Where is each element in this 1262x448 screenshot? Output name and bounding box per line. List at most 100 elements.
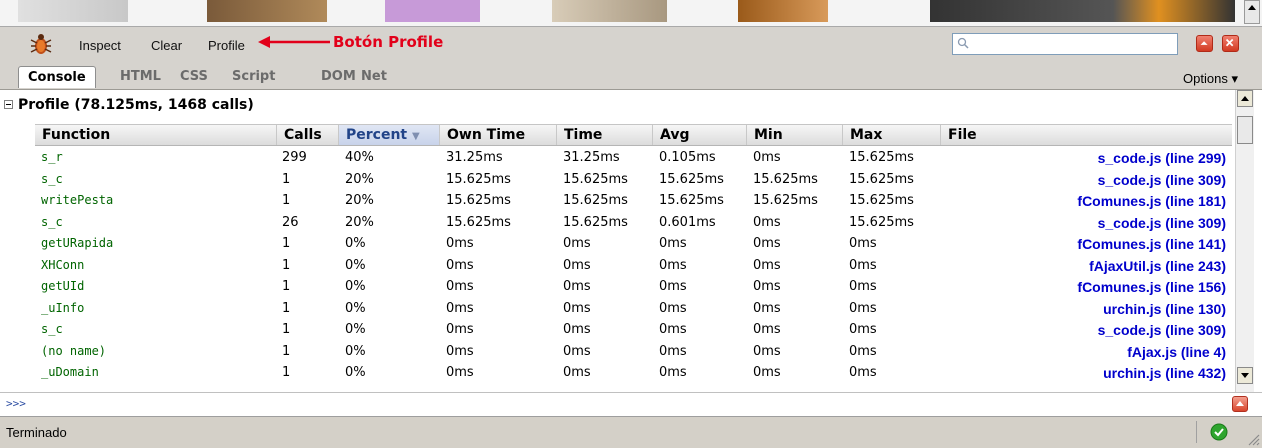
expand-command-line-button[interactable] [1232, 396, 1248, 412]
table-row: getUId 1 0% 0ms 0ms 0ms 0ms 0ms fComunes.js (lin… [35, 277, 1232, 298]
scroll-up-button[interactable] [1237, 90, 1253, 107]
page-thumbnail-strip [0, 0, 1262, 26]
scroll-thumb[interactable] [1237, 116, 1253, 144]
cell-min: 15.625ms [753, 171, 818, 187]
collapse-toggle-icon[interactable] [4, 100, 13, 109]
command-line[interactable]: >>> [0, 392, 1262, 416]
scroll-down-button[interactable] [1237, 367, 1253, 384]
file-link[interactable]: urchin.js (line 432) [1103, 365, 1226, 381]
cell-calls: 1 [282, 279, 291, 294]
file-link[interactable]: fComunes.js (line 181) [1077, 193, 1226, 209]
cell-min: 0ms [753, 236, 781, 251]
file-link[interactable]: fComunes.js (line 156) [1077, 279, 1226, 295]
cell-own: 0ms [446, 257, 474, 273]
resize-grip-icon[interactable] [1246, 432, 1260, 446]
cell-own: 0ms [446, 343, 474, 359]
function-name: s_c [41, 171, 63, 186]
panel-tabs: Console HTML CSS Script DOM Net Options … [0, 62, 1262, 90]
cell-min: 0ms [753, 150, 781, 165]
table-row: s_c 1 20% 15.625ms 15.625ms 15.625ms 15.625ms 1… [35, 170, 1232, 191]
cell-max: 0ms [849, 300, 877, 316]
file-link[interactable]: fAjaxUtil.js (line 243) [1089, 258, 1226, 274]
check-icon[interactable] [1210, 423, 1228, 441]
cell-avg: 0.601ms [659, 214, 716, 230]
col-header-label: Avg [660, 127, 690, 143]
cell-avg: 0ms [659, 365, 687, 380]
cell-min: 0ms [753, 343, 781, 359]
col-header-max[interactable]: Max [842, 125, 940, 145]
cell-avg: 0ms [659, 279, 687, 294]
tab-dom[interactable]: DOM [321, 66, 356, 88]
tab-css[interactable]: CSS [180, 66, 208, 88]
col-header-time[interactable]: Time [556, 125, 652, 145]
cell-time: 0ms [563, 365, 591, 380]
file-link[interactable]: s_code.js (line 309) [1098, 322, 1226, 338]
cell-max: 15.625ms [849, 150, 914, 165]
page-scroll-up-button[interactable] [1244, 0, 1260, 24]
inspect-button[interactable]: Inspect [79, 38, 121, 53]
firebug-bug-icon[interactable] [28, 32, 54, 56]
thumbnail-image [738, 0, 828, 22]
cell-percent: 40% [345, 150, 374, 165]
cell-time: 0ms [563, 257, 591, 273]
cell-calls: 26 [282, 214, 299, 230]
tab-html[interactable]: HTML [120, 66, 161, 88]
cell-percent: 0% [345, 365, 366, 380]
col-header-label: Calls [284, 127, 322, 143]
cell-time: 15.625ms [563, 214, 628, 230]
annotation-arrow-icon [258, 36, 330, 48]
clear-button[interactable]: Clear [151, 38, 182, 53]
cell-own: 15.625ms [446, 193, 511, 208]
table-row: _uInfo 1 0% 0ms 0ms 0ms 0ms 0ms urchin.js (line … [35, 299, 1232, 320]
close-button[interactable] [1222, 35, 1239, 52]
cell-avg: 0ms [659, 257, 687, 273]
cell-min: 0ms [753, 279, 781, 294]
file-link[interactable]: s_code.js (line 309) [1098, 215, 1226, 231]
cell-percent: 20% [345, 214, 374, 230]
cell-own: 31.25ms [446, 150, 503, 165]
cell-max: 15.625ms [849, 193, 914, 208]
table-row: writePesta 1 20% 15.625ms 15.625ms 15.625ms 15… [35, 191, 1232, 212]
minimize-icon [1200, 41, 1208, 45]
col-header-own-time[interactable]: Own Time [439, 125, 556, 145]
file-link[interactable]: s_code.js (line 309) [1098, 172, 1226, 188]
file-link[interactable]: fAjax.js (line 4) [1127, 344, 1226, 360]
thumbnail-image [552, 0, 667, 22]
file-link[interactable]: s_code.js (line 299) [1098, 150, 1226, 166]
function-name: getUId [41, 279, 85, 293]
thumbnail-image [385, 0, 480, 22]
thumbnail-image [18, 0, 128, 22]
profile-button[interactable]: Profile [208, 38, 245, 53]
col-header-label: Percent [346, 127, 408, 143]
cell-percent: 20% [345, 171, 374, 187]
cell-percent: 0% [345, 300, 366, 316]
cell-calls: 1 [282, 236, 291, 251]
col-header-min[interactable]: Min [746, 125, 842, 145]
col-header-percent[interactable]: Percent ▼ [338, 125, 439, 145]
cell-max: 0ms [849, 257, 877, 273]
cell-min: 15.625ms [753, 193, 818, 208]
col-header-function[interactable]: Function [35, 125, 276, 145]
panel-vertical-scrollbar[interactable] [1235, 90, 1254, 392]
function-name: _uDomain [41, 365, 99, 379]
file-link[interactable]: fComunes.js (line 141) [1077, 236, 1226, 252]
file-link[interactable]: urchin.js (line 130) [1103, 301, 1226, 317]
col-header-label: Max [850, 127, 883, 143]
cell-percent: 0% [345, 343, 366, 359]
cell-min: 0ms [753, 214, 781, 230]
profile-panel: Profile (78.125ms, 1468 calls) Function … [0, 90, 1262, 392]
cell-min: 0ms [753, 365, 781, 380]
minimize-button[interactable] [1196, 35, 1213, 52]
search-input[interactable] [952, 33, 1178, 55]
options-menu[interactable]: Options ▾ [1183, 71, 1238, 87]
col-header-avg[interactable]: Avg [652, 125, 746, 145]
col-header-label: File [948, 127, 977, 143]
tab-console[interactable]: Console [18, 66, 96, 88]
cell-calls: 299 [282, 150, 307, 165]
col-header-calls[interactable]: Calls [276, 125, 338, 145]
tab-script[interactable]: Script [232, 66, 275, 88]
cell-max: 0ms [849, 322, 877, 337]
cell-min: 0ms [753, 257, 781, 273]
tab-net[interactable]: Net [361, 66, 387, 88]
col-header-file[interactable]: File [940, 125, 1232, 145]
